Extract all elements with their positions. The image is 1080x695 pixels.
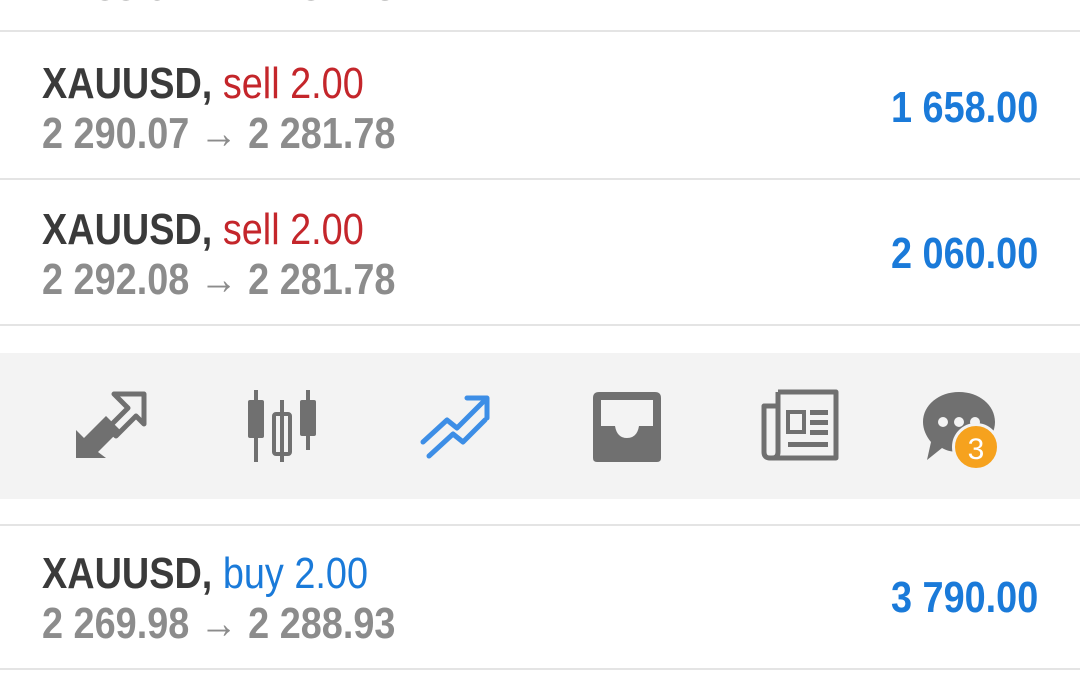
position-prices: 2 292.08 → 2 281.78 — [42, 255, 396, 304]
position-symbol: XAUUSD — [42, 549, 202, 598]
position-symbol: XAUUSD — [42, 205, 202, 254]
position-action-sell: sell 2.00 — [222, 59, 364, 108]
position-row[interactable]: XAUUSD, buy 2.00 2 269.98 → 2 288.93 3 7… — [0, 524, 1080, 670]
position-title: XAUUSD, buy 2.00 — [42, 550, 368, 598]
position-prices: 2 288.94 → 2 284.73 — [42, 0, 395, 10]
news-icon — [761, 389, 839, 461]
position-profit: 2 060.00 — [890, 229, 1038, 278]
bottom-toolbar: 3 — [0, 353, 1080, 499]
position-row[interactable]: XAUUSD, sell 2.00 2 292.08 → 2 281.78 2 … — [0, 182, 1080, 326]
position-row-partial[interactable]: 2 288.94 → 2 284.73 — [0, 0, 1080, 32]
position-comma: , — [201, 549, 213, 598]
messages-badge: 3 — [952, 423, 1000, 471]
position-comma: , — [201, 205, 213, 254]
position-profit: 3 790.00 — [890, 573, 1038, 622]
position-action-sell: sell 2.00 — [222, 205, 364, 254]
trade-icon — [420, 395, 490, 459]
position-symbol: XAUUSD — [42, 59, 202, 108]
history-inbox-icon — [593, 392, 661, 462]
toolbar-chart-button[interactable] — [237, 381, 327, 471]
position-profit: 1 658.00 — [890, 83, 1038, 132]
position-title: XAUUSD, sell 2.00 — [42, 206, 364, 254]
position-prices: 2 269.98 → 2 288.93 — [42, 599, 396, 648]
trade-screen: 2 288.94 → 2 284.73 XAUUSD, sell 2.00 2 … — [0, 0, 1080, 695]
toolbar-quotes-button[interactable] — [65, 381, 155, 471]
quotes-arrows-icon — [76, 391, 147, 458]
toolbar-news-button[interactable] — [755, 381, 845, 471]
position-row[interactable]: XAUUSD, sell 2.00 2 290.07 → 2 281.78 1 … — [0, 36, 1080, 180]
position-prices: 2 290.07 → 2 281.78 — [42, 109, 396, 158]
toolbar-trade-button[interactable] — [410, 381, 500, 471]
toolbar-history-button[interactable] — [582, 381, 672, 471]
candlestick-chart-icon — [248, 390, 316, 462]
position-title: XAUUSD, sell 2.00 — [42, 60, 364, 108]
position-action-buy: buy 2.00 — [222, 549, 369, 598]
position-comma: , — [201, 59, 213, 108]
toolbar-messages-button[interactable]: 3 — [914, 381, 1004, 471]
